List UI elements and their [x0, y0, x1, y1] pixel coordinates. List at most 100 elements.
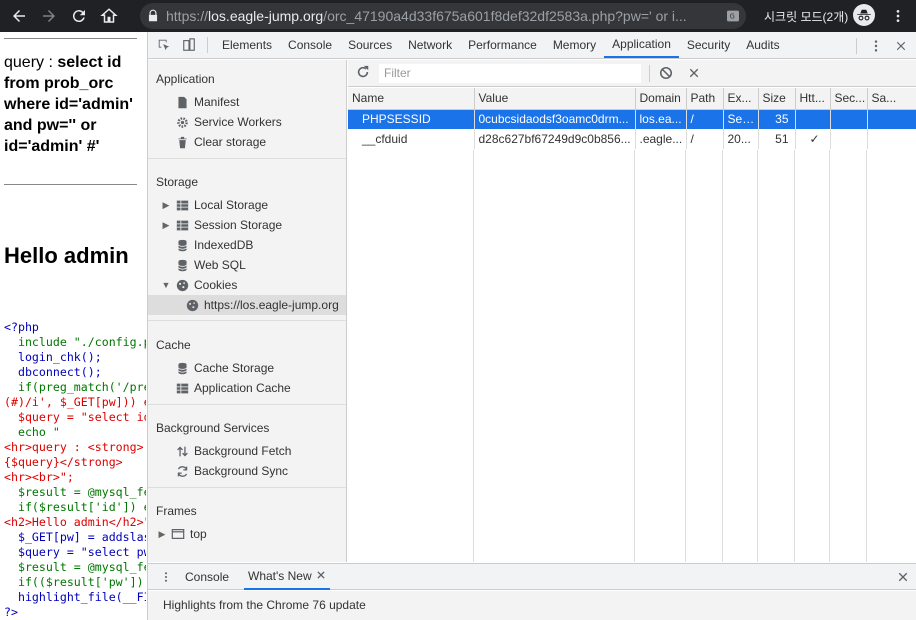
expand-arrow-icon[interactable]: ▶ [160, 220, 172, 231]
cookie-path[interactable]: / [686, 129, 724, 149]
sidebar-item-web-sql[interactable]: Web SQL [148, 255, 346, 275]
address-bar[interactable]: https://los.eagle-jump.org/orc_47190a4d3… [140, 3, 746, 29]
cookie-expires[interactable]: 20... [723, 129, 759, 149]
tab-security[interactable]: Security [679, 32, 738, 58]
column-header-value[interactable]: Value [474, 88, 636, 110]
collapse-arrow-icon[interactable]: ▼ [160, 280, 172, 290]
column-divider [794, 150, 795, 562]
code-line: $result = @mysql_fe [4, 560, 146, 574]
tab-memory[interactable]: Memory [545, 32, 604, 58]
sidebar-item-indexeddb[interactable]: IndexedDB [148, 235, 346, 255]
sidebar-item-label: Cookies [194, 278, 238, 292]
sidebar-item-clear-storage[interactable]: Clear storage [148, 132, 346, 152]
column-header-path[interactable]: Path [686, 88, 724, 110]
cookie-value[interactable]: 0cubcsidaodsf3oamc0drm... [474, 109, 636, 129]
device-toolbar-icon[interactable] [176, 32, 201, 58]
cookie-httponly[interactable] [795, 109, 831, 129]
browser-menu-icon[interactable] [888, 6, 908, 26]
forward-button[interactable] [34, 0, 64, 32]
sidebar-item-label: Background Sync [194, 464, 289, 478]
tab-application[interactable]: Application [604, 32, 679, 58]
sidebar-item-cookie-origin[interactable]: https://los.eagle-jump.org [148, 295, 346, 315]
sidebar-item-service-workers[interactable]: Service Workers [148, 112, 346, 132]
sync-icon [174, 463, 190, 479]
cookie-value[interactable]: d28c627bf67249d9c0b856... [474, 129, 636, 149]
code-line: $_GET[pw] = addslas [4, 530, 146, 544]
clear-all-icon[interactable] [659, 66, 673, 83]
cookie-size: 35 [758, 109, 796, 129]
whats-new-message: Highlights from the Chrome 76 update [163, 598, 366, 612]
cookie-domain[interactable]: los.ea... [635, 109, 687, 129]
sidebar-item-background-sync[interactable]: Background Sync [148, 461, 346, 481]
sidebar-item-background-fetch[interactable]: Background Fetch [148, 441, 346, 461]
home-button[interactable] [94, 0, 124, 32]
sidebar-item-local-storage[interactable]: ▶ Local Storage [148, 195, 346, 215]
table-header-row: Name Value Domain Path Ex... Size Htt...… [348, 88, 916, 110]
close-tab-icon[interactable] [316, 569, 326, 583]
cookie-samesite[interactable] [867, 129, 916, 149]
devtools-menu-icon[interactable] [863, 39, 888, 53]
php-source-code: <?php include "./config.p login_chk(); d… [4, 320, 146, 620]
cookie-icon [184, 297, 200, 313]
sidebar-item-label: Background Fetch [194, 444, 292, 458]
incognito-icon[interactable] [853, 4, 875, 26]
sidebar-item-manifest[interactable]: Manifest [148, 92, 346, 112]
code-line: include "./config.p [4, 335, 146, 349]
refresh-icon[interactable] [356, 65, 372, 81]
drawer-tabbar: Console What's New [148, 563, 916, 590]
tab-sources[interactable]: Sources [340, 32, 400, 58]
back-button[interactable] [4, 0, 34, 32]
code-line: <?php [4, 320, 39, 334]
divider [148, 320, 346, 321]
expand-arrow-icon[interactable]: ▶ [160, 200, 172, 211]
table-row[interactable]: __cfduid d28c627bf67249d9c0b856... .eagl… [348, 129, 916, 149]
tab-elements[interactable]: Elements [214, 32, 280, 58]
column-divider [757, 150, 758, 562]
lock-icon[interactable] [140, 9, 166, 23]
sidebar-item-cache-storage[interactable]: Cache Storage [148, 358, 346, 378]
code-line: if(($result['pw']) [4, 575, 144, 589]
separator [856, 37, 857, 54]
tab-network[interactable]: Network [400, 32, 460, 58]
cookie-httponly[interactable]: ✓ [795, 129, 831, 149]
section-title-application: Application [156, 72, 215, 86]
tab-performance[interactable]: Performance [460, 32, 545, 58]
sidebar-item-label: Web SQL [194, 258, 246, 272]
cookie-secure[interactable] [830, 109, 868, 129]
sidebar-item-session-storage[interactable]: ▶ Session Storage [148, 215, 346, 235]
cookies-table: Name Value Domain Path Ex... Size Htt...… [348, 88, 916, 149]
translate-icon[interactable]: G [720, 8, 746, 24]
column-header-samesite[interactable]: Sa... [867, 88, 916, 110]
column-header-secure[interactable]: Sec... [830, 88, 868, 110]
filter-input[interactable]: Filter [379, 64, 641, 83]
cookie-name[interactable]: __cfduid [348, 129, 475, 149]
cookie-domain[interactable]: .eagle... [635, 129, 687, 149]
sidebar-item-application-cache[interactable]: Application Cache [148, 378, 346, 398]
sidebar-item-cookies[interactable]: ▼ Cookies [148, 275, 346, 295]
column-header-expires[interactable]: Ex... [723, 88, 759, 110]
drawer-tab-whats-new[interactable]: What's New [244, 564, 330, 590]
tab-audits[interactable]: Audits [738, 32, 787, 58]
close-icon[interactable] [888, 40, 913, 52]
column-header-size[interactable]: Size [758, 88, 796, 110]
reload-button[interactable] [64, 0, 94, 32]
column-header-name[interactable]: Name [348, 88, 475, 110]
cookie-samesite[interactable] [867, 109, 916, 129]
cookie-path[interactable]: / [686, 109, 724, 129]
column-header-httponly[interactable]: Htt... [795, 88, 831, 110]
inspect-element-icon[interactable] [151, 32, 176, 58]
cookie-expires[interactable]: Ses... [723, 109, 759, 129]
delete-selected-icon[interactable] [688, 67, 700, 82]
sidebar-item-frame-top[interactable]: ▶ top [148, 524, 346, 544]
arrow-left-icon [13, 10, 25, 22]
cookie-secure[interactable] [830, 129, 868, 149]
table-row[interactable]: PHPSESSID 0cubcsidaodsf3oamc0drm... los.… [348, 109, 916, 129]
expand-arrow-icon[interactable]: ▶ [156, 529, 168, 540]
drawer-tab-console[interactable]: Console [185, 564, 229, 590]
cookie-name[interactable]: PHPSESSID [348, 109, 475, 129]
drawer-menu-icon[interactable] [160, 570, 172, 587]
close-drawer-icon[interactable] [897, 571, 909, 586]
column-header-domain[interactable]: Domain [635, 88, 687, 110]
code-line: ?> [4, 605, 18, 619]
tab-console[interactable]: Console [280, 32, 340, 58]
